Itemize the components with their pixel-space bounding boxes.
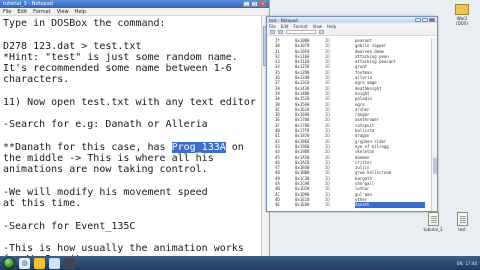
war2-folder-icon[interactable]: War2 (DOS) [452, 4, 472, 26]
text-line [3, 29, 262, 40]
language-indicator[interactable]: EN [457, 261, 463, 266]
text-editor-area[interactable]: Type in DOSBox the command: D278 123.dat … [0, 16, 262, 256]
close-button[interactable] [429, 18, 435, 22]
selected-text[interactable]: Prog_133A [171, 141, 226, 153]
forward-icon[interactable] [278, 30, 283, 34]
tutorial-3-icon[interactable]: tutorial_3 [423, 212, 443, 232]
text-line [3, 86, 262, 97]
list-cell: danath [355, 202, 425, 208]
text-line [3, 232, 262, 243]
text-line: the middle -> This is where all his [3, 153, 214, 164]
menu-bar: File Edit Format View Help [0, 8, 269, 16]
text-line [3, 209, 262, 220]
text-line: -This is how usually the animation works [3, 243, 244, 254]
text-file-icon [456, 212, 468, 226]
clock[interactable]: 17:40 [465, 261, 477, 266]
list-cell: 0x1E88 [295, 202, 310, 208]
text-line: -Search for e.g: Danath or Alleria [3, 119, 208, 131]
title-bar[interactable]: test - Notepad [267, 17, 437, 23]
text-line [3, 108, 262, 119]
folder-icon [455, 4, 469, 15]
back-icon[interactable] [270, 30, 275, 34]
start-button[interactable] [3, 257, 15, 269]
icon-label: tutorial_3 [423, 227, 443, 232]
text-segment: on [225, 141, 244, 153]
menu-edit[interactable]: Edit [281, 24, 289, 29]
toolbar [267, 29, 437, 36]
browser-icon[interactable]: ◍ [19, 257, 30, 269]
menu-file[interactable]: File [3, 9, 11, 15]
menu-view[interactable]: View [57, 9, 69, 15]
text-file-icon [427, 212, 439, 226]
system-tray: EN 17:40 [457, 261, 480, 266]
menu-file[interactable]: File [269, 24, 276, 29]
text-line: Type in DOSBox the command: [3, 18, 166, 29]
vertical-scrollbar[interactable] [431, 38, 437, 211]
text-line: 11) Now open test.txt with any text edit… [3, 96, 256, 108]
address-field[interactable] [286, 30, 316, 34]
taskbar: ◍ EN 17:40 [0, 256, 480, 270]
menu-view[interactable]: View [313, 24, 323, 29]
text-line: **Danath for this case, has Prog_133A on [3, 141, 262, 153]
dosbox-icon[interactable] [64, 257, 75, 269]
icon-label: War2 (DOS) [456, 16, 468, 26]
menu-format[interactable]: Format [33, 9, 51, 15]
list-cell: 4E [275, 202, 280, 208]
window-title: tutorial_3 - Notepad [3, 1, 53, 7]
notepad-icon[interactable] [49, 257, 60, 269]
folder-icon[interactable] [34, 257, 45, 269]
text-line: at this time. [3, 198, 82, 209]
close-button[interactable]: × [259, 1, 266, 7]
text-line: *Hint: "test" is just some random name. [3, 51, 238, 63]
list-cell: 2D [325, 202, 330, 208]
scrollbar-thumb[interactable] [433, 158, 437, 174]
text-line: -Search for Event_135C [3, 220, 136, 232]
maximize-button[interactable] [422, 18, 428, 22]
text-line [3, 176, 262, 187]
list-item[interactable]: 4E 0x1E88 2D danath [269, 202, 429, 208]
notepad-window-test[interactable]: test - Notepad File Edit Format View Hel… [266, 16, 438, 212]
test-txt-icon[interactable]: test [452, 212, 472, 232]
text-line: It's recommended some name between 1-6 [3, 63, 232, 74]
text-line: animations are now taking control. [3, 164, 208, 176]
menu-help[interactable]: Help [75, 9, 86, 15]
window-title: test - Notepad [269, 17, 298, 23]
text-line [3, 131, 262, 142]
maximize-button[interactable]: □ [251, 1, 258, 7]
menu-format[interactable]: Format [293, 24, 307, 29]
title-bar[interactable]: tutorial_3 - Notepad _ □ × [0, 0, 269, 8]
minimize-button[interactable]: _ [243, 1, 250, 7]
minimize-button[interactable] [415, 18, 421, 22]
search-icon[interactable] [319, 30, 324, 34]
text-line: characters. [3, 74, 70, 86]
text-line: D278 123.dat > test.txt [3, 40, 142, 52]
icon-label: test [458, 227, 466, 232]
text-segment: **Danath for this case, has [3, 141, 172, 153]
menu-help[interactable]: Help [327, 24, 336, 29]
unit-list[interactable]: 2f 0x1000 2D peasant 30 0x1078 2D goblin sapper… [269, 38, 429, 211]
menu-edit[interactable]: Edit [17, 9, 27, 15]
notepad-window-tutorial[interactable]: tutorial_3 - Notepad _ □ × File Edit For… [0, 0, 270, 256]
text-line: -We will modify his movement speed [3, 186, 208, 198]
